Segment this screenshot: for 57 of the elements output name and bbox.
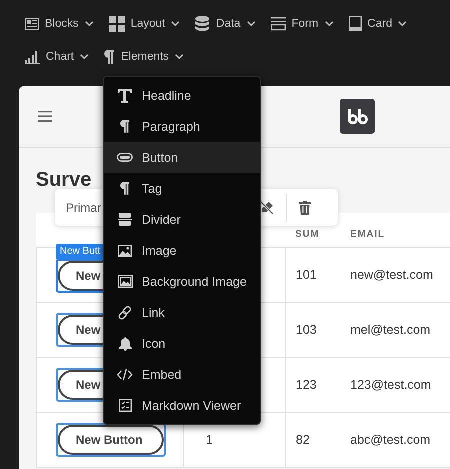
divider-icon — [118, 213, 132, 226]
chevron-down-icon — [84, 20, 94, 26]
table-cell: 82 — [286, 412, 340, 467]
component-label: Primar — [66, 200, 102, 214]
database-icon — [195, 16, 210, 32]
table-cell: abc@test.com — [340, 412, 450, 467]
paragraph-icon — [120, 182, 130, 195]
toolbar-menu-button[interactable]: Blocks — [25, 14, 94, 33]
bar-chart-icon — [25, 49, 40, 64]
link-icon — [118, 306, 132, 320]
new-button[interactable]: New Button — [58, 424, 164, 454]
menu-item[interactable]: Tag — [104, 173, 260, 204]
paragraph-icon — [120, 120, 130, 133]
toolbar-menu-button[interactable]: Card — [348, 14, 408, 33]
toolbar-menu-button[interactable]: Form — [270, 14, 334, 33]
chevron-down-icon — [171, 20, 180, 26]
menu-item[interactable]: Paragraph — [104, 111, 260, 142]
checklist-icon — [118, 399, 132, 412]
menu-item[interactable]: Headline — [104, 80, 260, 111]
menu-item[interactable]: Icon — [104, 328, 260, 359]
menu-item[interactable]: Divider — [104, 204, 260, 235]
paragraph-icon — [104, 50, 116, 64]
chevron-down-icon — [80, 54, 90, 60]
card-icon — [348, 16, 362, 31]
toolbar-menu-button[interactable]: Layout — [108, 14, 180, 33]
image-icon — [118, 275, 132, 288]
table-cell: 103 — [286, 302, 340, 357]
menu-item[interactable]: Image — [104, 235, 260, 266]
code-icon — [117, 368, 133, 380]
toolbar-menu-button[interactable]: Elements — [104, 47, 184, 66]
pill-icon — [117, 153, 133, 162]
table-cell: 101 — [286, 247, 340, 302]
menu-item[interactable]: Background Image — [104, 266, 260, 297]
table-cell: mel@test.com — [340, 302, 450, 357]
menu-item[interactable]: Link — [104, 297, 260, 328]
bell-icon — [118, 336, 132, 350]
column-header: EMAIL — [340, 213, 450, 247]
grid-icon — [108, 16, 125, 32]
toolbar-menu-button[interactable]: Chart — [25, 47, 90, 66]
page-heading: Surve — [36, 169, 92, 193]
chevron-down-icon — [398, 20, 408, 26]
menu-item[interactable]: Embed — [104, 359, 260, 390]
menu-icon[interactable] — [38, 111, 52, 122]
component-tag: New Butt — [56, 244, 105, 258]
newspaper-icon — [25, 18, 39, 30]
text-t-icon — [118, 88, 132, 102]
form-icon — [270, 16, 286, 30]
logo-icon — [340, 99, 375, 134]
table-cell: 123@test.com — [340, 357, 450, 412]
chevron-down-icon — [175, 54, 184, 60]
chevron-down-icon — [324, 20, 334, 26]
toolbar-menu-button[interactable]: Data — [195, 14, 256, 33]
menu-item[interactable]: Button — [104, 142, 260, 173]
table-cell: new@test.com — [340, 247, 450, 302]
table-cell: 123 — [286, 357, 340, 412]
image-icon — [118, 244, 132, 256]
chevron-down-icon — [246, 20, 256, 26]
